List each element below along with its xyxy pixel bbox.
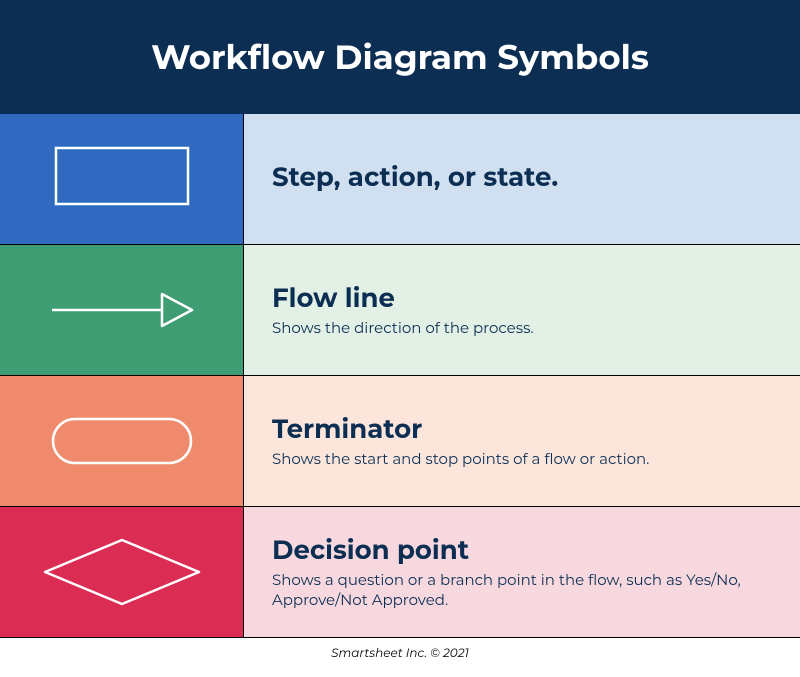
diagram-container: Workflow Diagram Symbols Step, action, o… (0, 0, 800, 669)
symbol-desc: Shows the direction of the process. (272, 318, 772, 338)
header: Workflow Diagram Symbols (0, 0, 800, 114)
row-decision: Decision point Shows a question or a bra… (0, 507, 800, 638)
row-step: Step, action, or state. (0, 114, 800, 245)
text-cell-terminator: Terminator Shows the start and stop poin… (244, 376, 800, 506)
diamond-icon (37, 532, 207, 612)
header-title: Workflow Diagram Symbols (151, 36, 649, 78)
symbol-title: Step, action, or state. (272, 161, 772, 193)
row-flow: Flow line Shows the direction of the pro… (0, 245, 800, 376)
symbol-desc: Shows the start and stop points of a flo… (272, 449, 772, 469)
symbol-title: Decision point (272, 534, 772, 566)
icon-cell-terminator (0, 376, 244, 506)
footer: Smartsheet Inc. © 2021 (0, 638, 800, 669)
icon-cell-flow (0, 245, 244, 375)
symbol-title: Terminator (272, 413, 772, 445)
symbol-desc: Shows a question or a branch point in th… (272, 570, 772, 611)
row-terminator: Terminator Shows the start and stop poin… (0, 376, 800, 507)
pill-icon (47, 411, 197, 471)
icon-cell-decision (0, 507, 244, 637)
rectangle-icon (52, 144, 192, 214)
symbol-title: Flow line (272, 282, 772, 314)
text-cell-flow: Flow line Shows the direction of the pro… (244, 245, 800, 375)
arrow-icon (42, 280, 202, 340)
icon-cell-step (0, 114, 244, 244)
text-cell-step: Step, action, or state. (244, 114, 800, 244)
footer-text: Smartsheet Inc. © 2021 (331, 646, 469, 661)
text-cell-decision: Decision point Shows a question or a bra… (244, 507, 800, 637)
